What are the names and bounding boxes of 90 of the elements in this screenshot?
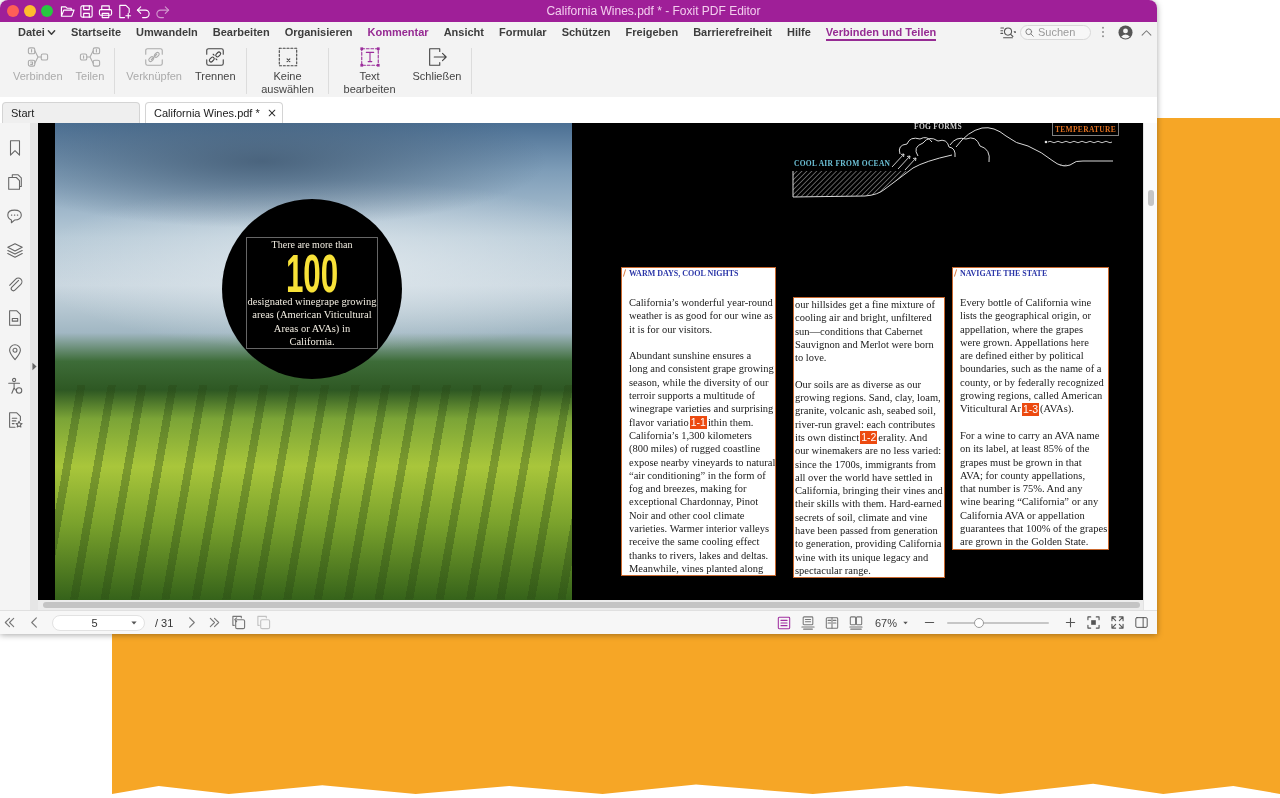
column-heading: WARM DAYS, COOL NIGHTS	[629, 269, 739, 278]
paragraph-text: ithin them.	[707, 415, 754, 429]
toolbar-button[interactable]: Trennen	[189, 46, 241, 83]
first-page-icon[interactable]	[3, 616, 16, 629]
document-tab[interactable]: California Wines.pdf *	[145, 102, 283, 123]
document-tab[interactable]: Start	[2, 102, 140, 123]
two-page-view-icon[interactable]	[824, 615, 839, 630]
paragraph-text: its own distinct	[795, 430, 860, 445]
toolbar-button[interactable]: Text bearbeiten	[334, 46, 405, 96]
paragraph-text: (AVAs).	[1040, 402, 1074, 416]
menu-tab[interactable]: Formular	[498, 23, 547, 41]
column-heading: NAVIGATE THE STATE	[960, 269, 1048, 278]
last-page-icon[interactable]	[208, 616, 222, 629]
search-field[interactable]: Suchen	[1020, 24, 1091, 40]
page-number-field[interactable]: 5	[52, 614, 145, 631]
page-count-text: / 31	[155, 616, 174, 629]
paperclip-icon[interactable]	[6, 275, 24, 293]
accessibility-icon[interactable]	[6, 377, 24, 395]
maximize-window-icon[interactable]	[41, 5, 53, 17]
location-pin-icon[interactable]	[6, 343, 24, 361]
paragraph-text: Every bottle of California wine lists the geographical origin, or appellation, where the grapes were grown. Appellations here are defined either by political boundaries, such as the name of a county, or by federally recognized growing regions, called American	[960, 296, 1105, 403]
paragraph-text: Viticultural Ar	[960, 402, 1021, 416]
paragraph-text: our winemakers are no less varied: since the 1700s, immigrants from all over the world have settled in California, bringing their vines and their skills with them. Hard-earned secrets of soil, climate and vine have been passed from generation to generation, providing California wine with its unique legacy and spectacular range.	[795, 444, 944, 578]
link-icon	[143, 46, 166, 68]
article-marker: 1-1	[689, 415, 707, 429]
search-options-icon[interactable]	[1000, 25, 1016, 39]
pages-icon[interactable]	[6, 173, 24, 191]
menu-tab[interactable]: Kommentar	[367, 23, 429, 41]
menu-tab[interactable]: Bearbeiten	[212, 23, 270, 41]
menu-tab[interactable]: Hilfe	[787, 23, 811, 41]
full-screen-icon[interactable]	[1111, 616, 1124, 629]
menu-tab[interactable]: Organisieren	[284, 23, 353, 41]
article-marker: 1-3	[1021, 402, 1040, 416]
continuous-view-icon[interactable]	[800, 615, 815, 630]
zoom-dropdown[interactable]: 67%	[874, 616, 908, 629]
window-title: California Wines.pdf * - Foxit PDF Editor	[545, 4, 762, 18]
account-icon[interactable]	[1118, 24, 1133, 40]
print-icon[interactable]	[98, 3, 113, 19]
callout-number: 100	[285, 253, 339, 293]
paragraph-text: California’s wonderful year-round weather is as good for our wine as it is for our visitors.	[629, 296, 773, 336]
merge-icon	[26, 46, 49, 68]
paragraph-text: flavor variatio	[629, 415, 689, 429]
callout-intro-text: There are more than	[271, 239, 353, 251]
toolbar-button[interactable]: Schließen	[407, 46, 467, 96]
zoom-in-icon[interactable]	[1065, 617, 1076, 628]
menu-tab[interactable]: Startseite	[70, 23, 122, 41]
vertical-scrollbar[interactable]	[1143, 123, 1157, 610]
slider-thumb[interactable]	[973, 617, 984, 628]
form-document-icon[interactable]	[6, 309, 24, 327]
chevron-up-icon[interactable]	[1141, 28, 1152, 36]
document-star-icon[interactable]	[6, 411, 24, 429]
undo-icon[interactable]	[136, 3, 151, 19]
article-marker: 1-2	[860, 431, 878, 445]
paragraph-text: erality. And	[878, 430, 928, 445]
menu-tab[interactable]: Verbinden und Teilen	[825, 23, 937, 41]
single-page-view-icon[interactable]	[776, 615, 791, 630]
text-frame-icon	[358, 46, 381, 68]
split-icon	[78, 46, 101, 68]
new-document-icon[interactable]	[117, 3, 132, 19]
scrollbar-thumb[interactable]	[43, 602, 1140, 608]
paragraph-text: For a wine to carry an AVA name on its label, at least 85% of the grapes must be grown in that AVA; for county appellations, that number is 75%. And any wine bearing “California” or any California AVA or appellation guarantees that 100% of the grapes are grown in the Golden State.	[960, 428, 1108, 549]
caret-down-icon[interactable]	[131, 620, 137, 625]
comment-icon[interactable]	[6, 207, 24, 225]
open-folder-icon[interactable]	[60, 3, 75, 19]
toolbar-button[interactable]: Keine auswählen	[252, 46, 323, 96]
deselect-icon	[276, 46, 299, 68]
minimize-window-icon[interactable]	[24, 5, 36, 17]
expand-arrow-icon[interactable]	[31, 362, 37, 371]
more-options-icon[interactable]	[1101, 26, 1105, 38]
unlink-icon	[204, 46, 227, 68]
layers-icon[interactable]	[6, 241, 24, 259]
save-icon[interactable]	[79, 3, 94, 19]
search-icon	[1025, 27, 1034, 37]
paragraph-text: our hillsides get a fine mixture of cooling air and bright, unfiltered sun—conditions that Cabernet Sauvignon and Merlot were born to love.	[795, 298, 936, 365]
two-page-continuous-icon[interactable]	[848, 615, 863, 630]
close-icon[interactable]	[268, 109, 276, 117]
page-stack-icon[interactable]	[231, 615, 247, 630]
menu-tab[interactable]: Schützen	[561, 23, 611, 41]
menu-tab[interactable]: Umwandeln	[136, 23, 198, 41]
horizontal-scrollbar[interactable]	[38, 600, 1143, 610]
scrollbar-thumb[interactable]	[1147, 190, 1154, 206]
menu-tab[interactable]: Barrierefreiheit	[693, 23, 772, 41]
callout-text: designated winegrape growing areas (American Viticultural Areas or AVAs) in California.	[247, 295, 377, 349]
panel-toggle-icon[interactable]	[1135, 616, 1148, 629]
menu-tab[interactable]: Ansicht	[443, 23, 484, 41]
menu-tab[interactable]: Freigeben	[625, 23, 679, 41]
paragraph-text: California’s 1,300 kilometers (800 miles) of rugged coastline expose nearby vineyards to natural “air conditioning” in the form of fog and breezes, making for exceptional Chardonnay, Pinot Noir and other cool climate varieties. Warmer interior valleys receive the same cooling effect thanks to rivers, lakes and deltas. Meanwhile, vines planted along	[629, 428, 773, 576]
fit-page-icon[interactable]	[1087, 616, 1100, 629]
caret-down-icon	[903, 620, 908, 625]
menu-tab[interactable]: Datei	[18, 23, 56, 41]
